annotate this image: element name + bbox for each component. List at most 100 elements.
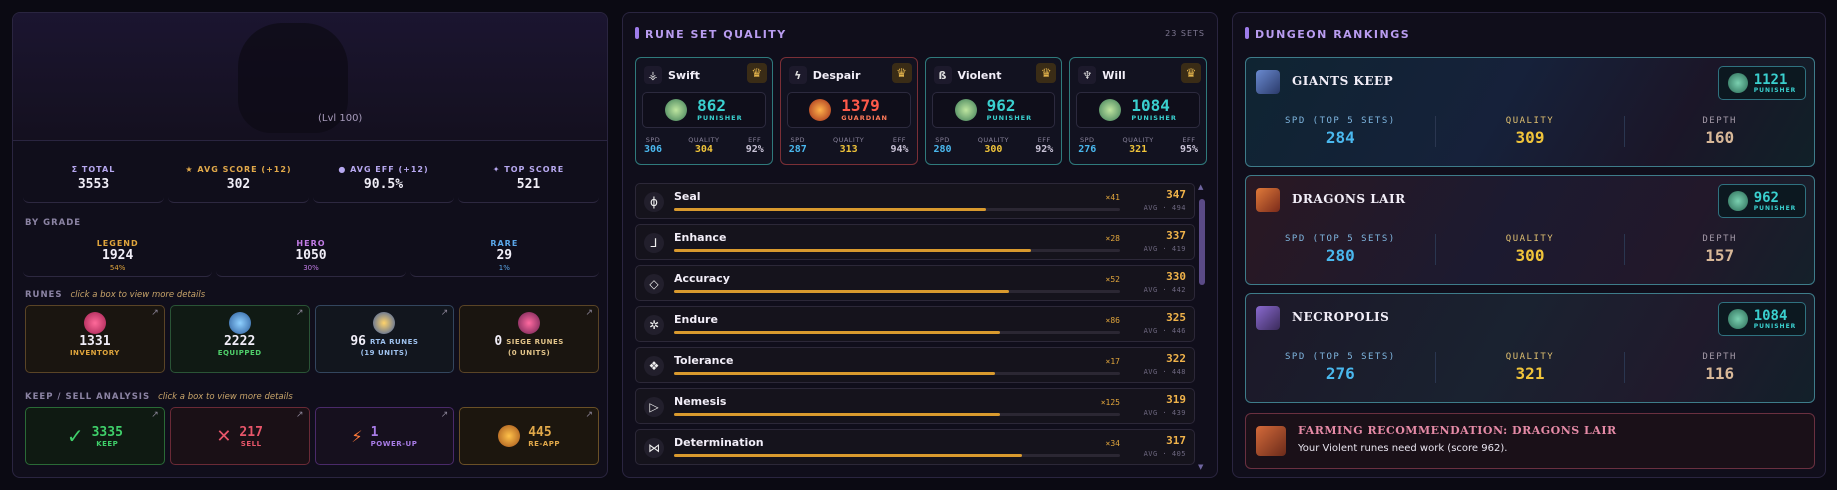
- grade-value: 1924: [102, 248, 134, 263]
- spd-label: SPD (TOP 5 SETS): [1284, 116, 1396, 126]
- scroll-down-icon[interactable]: ▼: [1198, 463, 1203, 471]
- expand-icon: ↗: [585, 308, 593, 318]
- dungeon-name: NECROPOLIS: [1292, 310, 1390, 324]
- swift-icon: ⚶: [644, 66, 662, 84]
- set-score: 862: [697, 96, 727, 115]
- inventory-box[interactable]: ↗ 1331 INVENTORY: [25, 305, 165, 373]
- set-avg: AVG · 439: [1143, 409, 1186, 417]
- eff-label: EFF: [1037, 136, 1051, 144]
- farming-recommendation: FARMING RECOMMENDATION: DRAGONS LAIR You…: [1245, 413, 1815, 469]
- spd-value: 276: [1325, 364, 1355, 383]
- sell-box[interactable]: ↗ ✕ 217 SELL: [169, 407, 310, 465]
- siege-label: SIEGE RUNES: [506, 337, 564, 346]
- grade-value: 1050: [295, 248, 327, 263]
- quality-value: 300: [1515, 246, 1545, 265]
- set-rank: PUNISHER: [986, 114, 1033, 122]
- spd-value: 280: [933, 144, 952, 155]
- stat-avg-score: ★ AVG SCORE (+12) 302: [168, 159, 309, 203]
- siege-runes-box[interactable]: ↗ 0 SIEGE RUNES (0 UNITS): [459, 305, 599, 373]
- set-score: 330: [1166, 270, 1186, 283]
- dungeon-card-dragons-lair[interactable]: DRAGONS LAIR 962 PUNISHER SPD (TOP 5 SETS…: [1245, 175, 1815, 285]
- set-card-despair[interactable]: ϟ Despair ♛ 1379 GUARDIAN SPD 287 QUALITY 31…: [779, 57, 918, 165]
- scrollbar-thumb[interactable]: [1199, 199, 1205, 285]
- quality-value: 321: [1515, 364, 1545, 383]
- score-bar: [674, 331, 1000, 334]
- set-score: 1379: [841, 96, 880, 115]
- list-item[interactable]: ⅃ Enhance ×28 337 AVG · 419: [635, 224, 1195, 260]
- list-item[interactable]: ◇ Accuracy ×52 330 AVG · 442: [635, 265, 1195, 301]
- dungeon-score-badge: 962 PUNISHER: [1718, 184, 1806, 218]
- equipped-box[interactable]: ↗ 2222 EQUIPPED: [169, 305, 310, 373]
- dungeon-name: GIANTS KEEP: [1292, 74, 1394, 88]
- set-cards: ⚶ Swift ♛ 862 PUNISHER SPD 306 QUALITY 304 E…: [635, 57, 1207, 165]
- dungeon-name: DRAGONS LAIR: [1292, 192, 1406, 206]
- set-name: Will: [1102, 68, 1126, 82]
- set-count-value: ×17: [1105, 357, 1120, 366]
- set-avg: AVG · 448: [1143, 368, 1186, 376]
- keep-sell-boxes: ↗ ✓ 3335 KEEP ↗ ✕ 217 SELL ↗ ⚡ 1 POWER-UP ↗…: [25, 407, 599, 465]
- grade-rare: RARE 29 1%: [409, 231, 599, 277]
- rune-boxes: ↗ 1331 INVENTORY ↗ 2222 EQUIPPED ↗ 96 RT…: [25, 305, 599, 373]
- will-icon: ♆: [1078, 66, 1097, 84]
- grade-label: RARE: [490, 239, 519, 248]
- rta-runes-box[interactable]: ↗ 96 RTA RUNES (19 UNITS): [314, 305, 455, 373]
- giants-keep-icon: [1256, 70, 1280, 94]
- list-item[interactable]: ✲ Endure ×86 325 AVG · 446: [635, 306, 1195, 342]
- list-item[interactable]: ▷ Nemesis ×125 319 AVG · 439: [635, 388, 1195, 424]
- set-score: 337: [1166, 229, 1186, 242]
- set-card-violent[interactable]: ß Violent ♛ 962 PUNISHER SPD 280 QUALITY 300…: [924, 57, 1063, 165]
- account-overview-panel: (Lvl 100) Σ TOTAL 3553 ★ AVG SCORE (+12)…: [12, 12, 608, 478]
- grade-label: HERO: [296, 239, 326, 248]
- set-card-will[interactable]: ♆ Will ♛ 1084 PUNISHER SPD 276 QUALITY 321 E…: [1069, 57, 1207, 165]
- dungeon-card-necropolis[interactable]: NECROPOLIS 1084 PUNISHER SPD (TOP 5 SETS)…: [1245, 293, 1815, 403]
- player-level: (Lvl 100): [318, 113, 363, 124]
- stat-value: 90.5%: [363, 177, 404, 192]
- dungeon-card-giants-keep[interactable]: GIANTS KEEP 1121 PUNISHER SPD (TOP 5 SETS…: [1245, 57, 1815, 167]
- eff-label: EFF: [892, 136, 907, 144]
- depth-label: DEPTH: [1702, 234, 1737, 244]
- set-avg: AVG · 442: [1143, 286, 1186, 294]
- grade-label: LEGEND: [96, 239, 139, 248]
- spd-label: SPD (TOP 5 SETS): [1284, 352, 1396, 362]
- score-bar: [674, 249, 1031, 252]
- power-up-box[interactable]: ↗ ⚡ 1 POWER-UP: [314, 407, 455, 465]
- spd-value: 276: [1078, 144, 1097, 155]
- enhance-icon: ⅃: [644, 233, 664, 253]
- set-score: 1084: [1131, 96, 1170, 115]
- list-item[interactable]: ⋈ Determination ×34 317 AVG · 405: [635, 429, 1195, 465]
- violent-icon: ß: [933, 66, 952, 84]
- scroll-up-icon[interactable]: ▲: [1198, 183, 1203, 191]
- spd-value: 284: [1325, 128, 1355, 147]
- accuracy-icon: ◇: [644, 274, 664, 294]
- set-card-swift[interactable]: ⚶ Swift ♛ 862 PUNISHER SPD 306 QUALITY 304 E…: [635, 57, 773, 165]
- quality-label: QUALITY: [1122, 136, 1154, 144]
- set-name: Accuracy: [674, 272, 730, 285]
- re-app-label: RE-APP: [528, 439, 560, 448]
- set-name: Violent: [957, 68, 1002, 82]
- punisher-medal-icon: [1727, 191, 1748, 211]
- grade-pct: 30%: [303, 264, 319, 272]
- spd-label: SPD (TOP 5 SETS): [1284, 234, 1396, 244]
- list-item[interactable]: ❖ Tolerance ×17 322 AVG · 448: [635, 347, 1195, 383]
- set-rank: PUNISHER: [697, 114, 743, 122]
- list-item[interactable]: ɸ Seal ×41 347 AVG · 494: [635, 183, 1195, 219]
- inventory-label: INVENTORY: [69, 349, 120, 357]
- rta-units: (19 UNITS): [360, 349, 409, 357]
- stat-label: Σ TOTAL: [71, 165, 116, 174]
- trophy-icon: ♛: [1181, 63, 1201, 83]
- quality-label: QUALITY: [832, 136, 865, 144]
- keep-box[interactable]: ↗ ✓ 3335 KEEP: [25, 407, 165, 465]
- score-bar: [674, 208, 987, 211]
- dungeon-score: 1121: [1753, 71, 1788, 88]
- stat-total: Σ TOTAL 3553: [23, 159, 164, 203]
- depth-value: 160: [1705, 128, 1735, 147]
- eff-value: 92%: [1035, 144, 1054, 155]
- set-name: Nemesis: [674, 395, 727, 408]
- grade-pct: 54%: [109, 264, 126, 272]
- panel-title: RUNE SET QUALITY: [635, 27, 787, 41]
- close-icon: ✕: [216, 425, 232, 447]
- depth-label: DEPTH: [1702, 116, 1737, 126]
- dungeon-rank: PUNISHER: [1753, 322, 1797, 330]
- re-app-box[interactable]: ↗ 445 RE-APP: [459, 407, 599, 465]
- quality-label: QUALITY: [1505, 234, 1555, 244]
